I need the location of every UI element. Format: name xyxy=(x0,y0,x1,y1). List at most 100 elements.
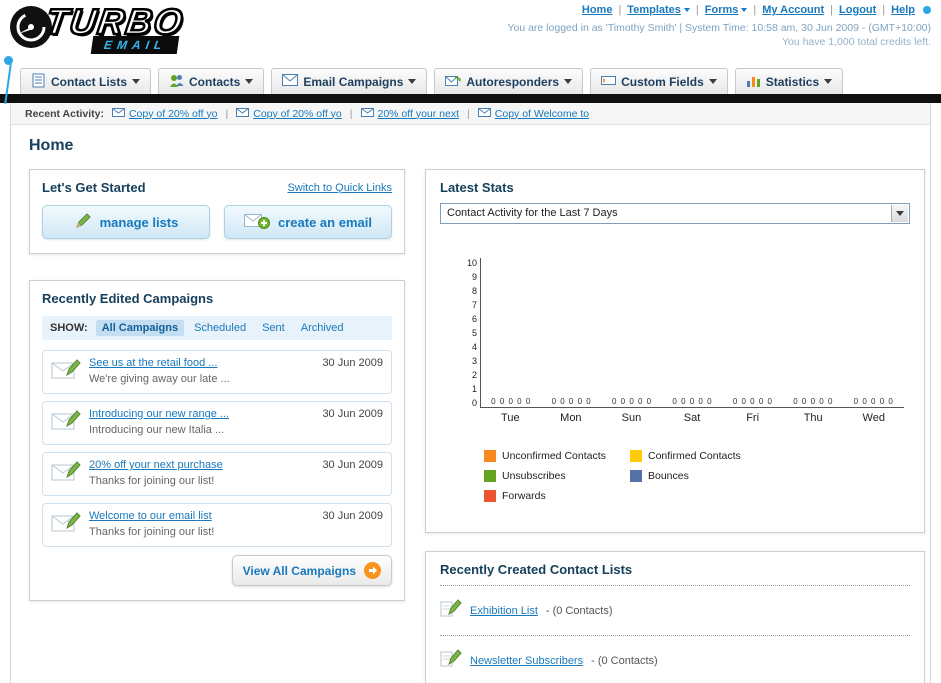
campaigns-title: Recently Edited Campaigns xyxy=(42,291,214,306)
contact-list-row: Exhibition List - (0 Contacts) xyxy=(440,594,910,627)
campaign-row: Welcome to our email list Thanks for joi… xyxy=(42,503,392,547)
contact-list-row: Newsletter Subscribers - (0 Contacts) xyxy=(440,644,910,677)
top-link-help[interactable]: Help xyxy=(891,4,915,16)
nav-tab-custom-fields[interactable]: Custom Fields xyxy=(590,68,728,94)
nav-tab-label: Statistics xyxy=(765,74,820,89)
x-tick-label: Wed xyxy=(862,412,885,424)
autoresponder-icon xyxy=(445,74,462,90)
legend-item: Forwards xyxy=(484,490,630,502)
arrow-right-icon xyxy=(364,562,381,579)
nav-tab-autoresponders[interactable]: Autoresponders xyxy=(434,68,584,94)
nav-tab-contact-lists[interactable]: Contact Lists xyxy=(20,68,152,94)
latest-stats-panel: Latest Stats Contact Activity for the La… xyxy=(425,169,925,533)
envelope-icon xyxy=(360,107,374,120)
envelope-icon xyxy=(236,107,250,120)
campaign-date: 30 Jun 2009 xyxy=(322,459,383,471)
campaign-title-link[interactable]: 20% off your next purchase xyxy=(89,459,314,471)
y-tick-label: 4 xyxy=(471,342,477,352)
recent-activity-item-label: 20% off your next xyxy=(377,107,460,120)
chart-value-labels: 0 0 0 0 0 xyxy=(793,397,834,406)
main-area: Home Let's Get Started Switch to Quick L… xyxy=(11,125,930,683)
app-logo: TURBO EMAIL xyxy=(8,0,188,55)
manage-lists-button[interactable]: manage lists xyxy=(42,205,210,239)
campaign-title-link[interactable]: See us at the retail food ... xyxy=(89,357,314,369)
top-link-logout[interactable]: Logout xyxy=(839,4,876,16)
page-root: TURBO EMAIL Home Templates Forms My Acco… xyxy=(0,0,941,683)
show-label: SHOW: xyxy=(50,322,88,334)
top-nav: Home Templates Forms My Account Logout H… xyxy=(507,4,931,16)
x-tick-label: Thu xyxy=(803,412,823,424)
latest-stats-title: Latest Stats xyxy=(440,180,514,195)
switch-quick-links[interactable]: Switch to Quick Links xyxy=(287,182,392,194)
chevron-down-icon xyxy=(564,79,573,84)
legend-swatch xyxy=(630,450,642,462)
y-tick-label: 2 xyxy=(471,370,477,380)
tab-all-campaigns[interactable]: All Campaigns xyxy=(95,320,185,336)
tab-scheduled[interactable]: Scheduled xyxy=(188,320,252,336)
legend-item: Unsubscribes xyxy=(484,470,630,482)
recent-activity-item[interactable]: 20% off your next xyxy=(360,107,460,120)
recent-activity-item[interactable]: Copy of 20% off yo xyxy=(111,107,218,120)
campaign-text: Introducing our new range ... Introducin… xyxy=(89,408,314,438)
nav-tab-label: Contact Lists xyxy=(51,74,128,89)
top-link-my-account[interactable]: My Account xyxy=(762,4,824,16)
create-email-button[interactable]: create an email xyxy=(224,205,392,239)
pencil-paper-icon xyxy=(440,648,462,673)
envelope-icon xyxy=(282,74,299,89)
x-tick-label: Tue xyxy=(501,412,520,424)
contact-list-link[interactable]: Exhibition List xyxy=(470,605,538,617)
separator xyxy=(696,4,699,16)
recent-activity-bar: Recent Activity: Copy of 20% off yo Copy… xyxy=(11,103,930,125)
top-link-templates[interactable]: Templates xyxy=(627,4,690,16)
chart-legend: Unconfirmed Contacts Confirmed Contacts Un… xyxy=(440,424,910,522)
campaign-title-link[interactable]: Introducing our new range ... xyxy=(89,408,314,420)
decorative-dot xyxy=(923,6,931,14)
contact-list-link[interactable]: Newsletter Subscribers xyxy=(470,655,583,667)
chart-x-labels: Tue Mon Sun Sat Fri Thu Wed xyxy=(480,408,904,424)
campaign-text: See us at the retail food ... We're givi… xyxy=(89,357,314,387)
header-right: Home Templates Forms My Account Logout H… xyxy=(507,4,931,48)
top-link-home[interactable]: Home xyxy=(582,4,613,16)
separator xyxy=(618,4,621,16)
chart-y-axis: 10 9 8 7 6 5 4 3 2 1 0 xyxy=(462,258,480,408)
pencil-paper-icon xyxy=(440,598,462,623)
nav-tab-statistics[interactable]: Statistics xyxy=(734,68,844,94)
logo-title: TURBO xyxy=(42,0,188,43)
stats-chart: 10 9 8 7 6 5 4 3 2 1 0 0 0 0 0 00 0 0 0 00 0 0 0 0… xyxy=(440,224,910,424)
campaign-title-link[interactable]: Welcome to our email list xyxy=(89,510,314,522)
y-tick-label: 8 xyxy=(471,286,477,296)
form-field-icon xyxy=(601,74,617,90)
separator xyxy=(467,108,470,120)
campaign-subtitle: Introducing our new Italia ... xyxy=(89,424,225,436)
x-tick-label: Mon xyxy=(560,412,582,424)
campaign-row: See us at the retail food ... We're givi… xyxy=(42,350,392,394)
page-title: Home xyxy=(29,137,74,154)
tab-sent[interactable]: Sent xyxy=(256,320,291,336)
recent-activity-item[interactable]: Copy of Welcome to xyxy=(477,107,589,120)
legend-swatch xyxy=(484,450,496,462)
campaign-date: 30 Jun 2009 xyxy=(322,510,383,522)
chart-value-labels: 0 0 0 0 0 xyxy=(732,397,773,406)
get-started-panel: Let's Get Started Switch to Quick Links … xyxy=(29,169,405,254)
chevron-down-icon xyxy=(408,79,417,84)
y-tick-label: 3 xyxy=(471,356,477,366)
tab-archived[interactable]: Archived xyxy=(295,320,350,336)
chevron-down-icon xyxy=(824,79,833,84)
contact-lists-panel: Recently Created Contact Lists Exhibitio… xyxy=(425,551,925,683)
nav-tab-email-campaigns[interactable]: Email Campaigns xyxy=(271,68,428,94)
campaign-date: 30 Jun 2009 xyxy=(322,408,383,420)
legend-label: Forwards xyxy=(502,490,546,502)
legend-label: Unconfirmed Contacts xyxy=(502,450,606,462)
contact-lists-title: Recently Created Contact Lists xyxy=(440,562,633,577)
top-link-forms[interactable]: Forms xyxy=(705,4,748,16)
separator xyxy=(753,4,756,16)
envelope-pencil-icon xyxy=(51,408,81,438)
y-tick-label: 10 xyxy=(466,258,477,268)
view-all-campaigns-button[interactable]: View All Campaigns xyxy=(231,555,392,586)
stats-period-select[interactable]: Contact Activity for the Last 7 Days xyxy=(440,203,910,224)
divider xyxy=(440,585,910,586)
nav-tab-contacts[interactable]: Contacts xyxy=(158,68,265,94)
campaign-subtitle: Thanks for joining our list! xyxy=(89,526,215,538)
chevron-down-icon xyxy=(683,8,690,12)
recent-activity-item[interactable]: Copy of 20% off yo xyxy=(236,107,342,120)
